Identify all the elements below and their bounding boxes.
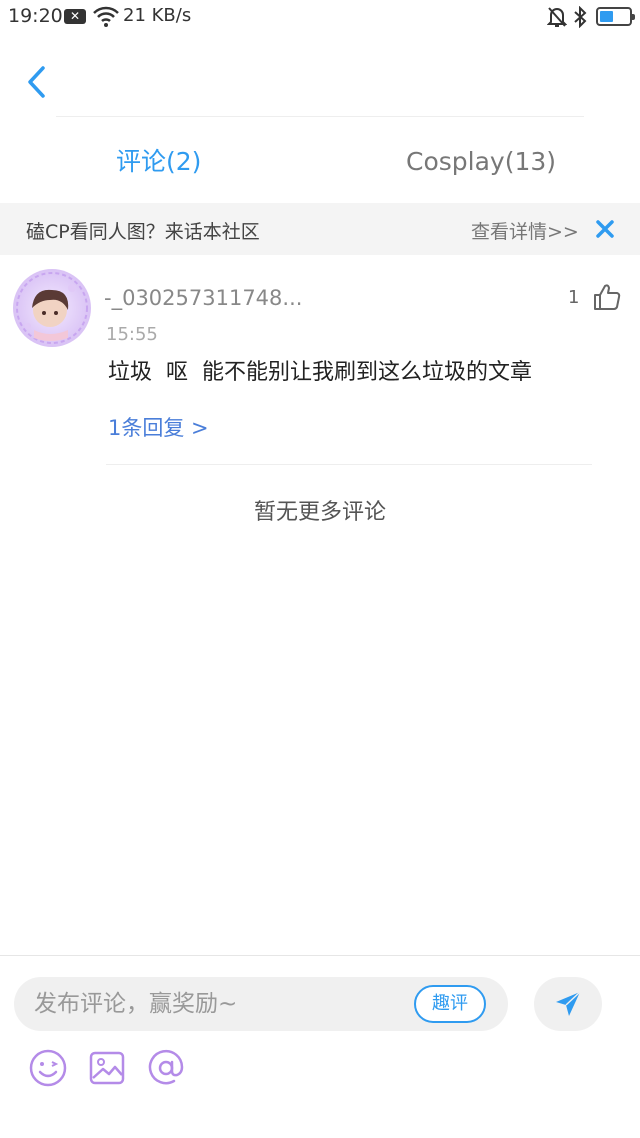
battery-icon [596,7,635,26]
comment-input[interactable] [34,977,394,1031]
back-button[interactable] [18,62,54,102]
avatar[interactable] [12,268,92,348]
x-box-icon: ✕ [64,9,86,24]
network-speed: 21 KB/s [123,5,192,26]
status-bar: 19:20 ✕ 21 KB/s [0,0,640,34]
comment-time: 15:55 [106,324,158,345]
tab-cosplay[interactable]: Cosplay(13) [406,140,556,184]
mention-button[interactable] [146,1048,186,1088]
chevron-left-icon [28,66,45,98]
promo-banner: 磕CP看同人图？来话本社区 查看详情>> [0,203,640,255]
comment-username[interactable]: -_030257311748... [104,286,302,310]
tab-comments[interactable]: 评论(2) [116,140,201,184]
bell-muted-icon [546,6,568,32]
composer-divider [0,955,640,956]
emoji-icon [29,1049,67,1087]
thumbs-up-icon [594,284,621,310]
comment-divider [106,464,592,465]
no-more-comments: 暂无更多评论 [253,500,386,525]
comment-replies-link[interactable]: 1条回复 > [108,412,209,442]
send-button[interactable] [534,977,602,1031]
emoji-button[interactable] [28,1048,68,1088]
wifi-icon [93,6,119,32]
comment-item: -_030257311748... 15:55 垃圾 呕 能不能别让我刷到这么垃… [0,256,640,466]
comment-text: 垃圾 呕 能不能别让我刷到这么垃圾的文章 [108,360,532,385]
header-divider [56,116,584,117]
close-icon [596,220,614,238]
comment-input-container[interactable]: 趣评 [14,977,508,1031]
battery-fill [600,11,613,22]
image-icon [89,1051,125,1085]
bluetooth-icon [572,5,588,32]
banner-text: 磕CP看同人图？来话本社区 [26,221,260,243]
banner-close-button[interactable] [592,216,618,242]
image-button[interactable] [87,1048,127,1088]
like-button[interactable] [592,282,622,316]
status-time: 19:20 [8,5,63,27]
banner-details-link[interactable]: 查看详情>> [471,217,579,244]
quping-button[interactable]: 趣评 [414,985,486,1023]
send-icon [556,991,581,1016]
comment-like-count: 1 [568,287,580,308]
at-icon [148,1049,184,1085]
